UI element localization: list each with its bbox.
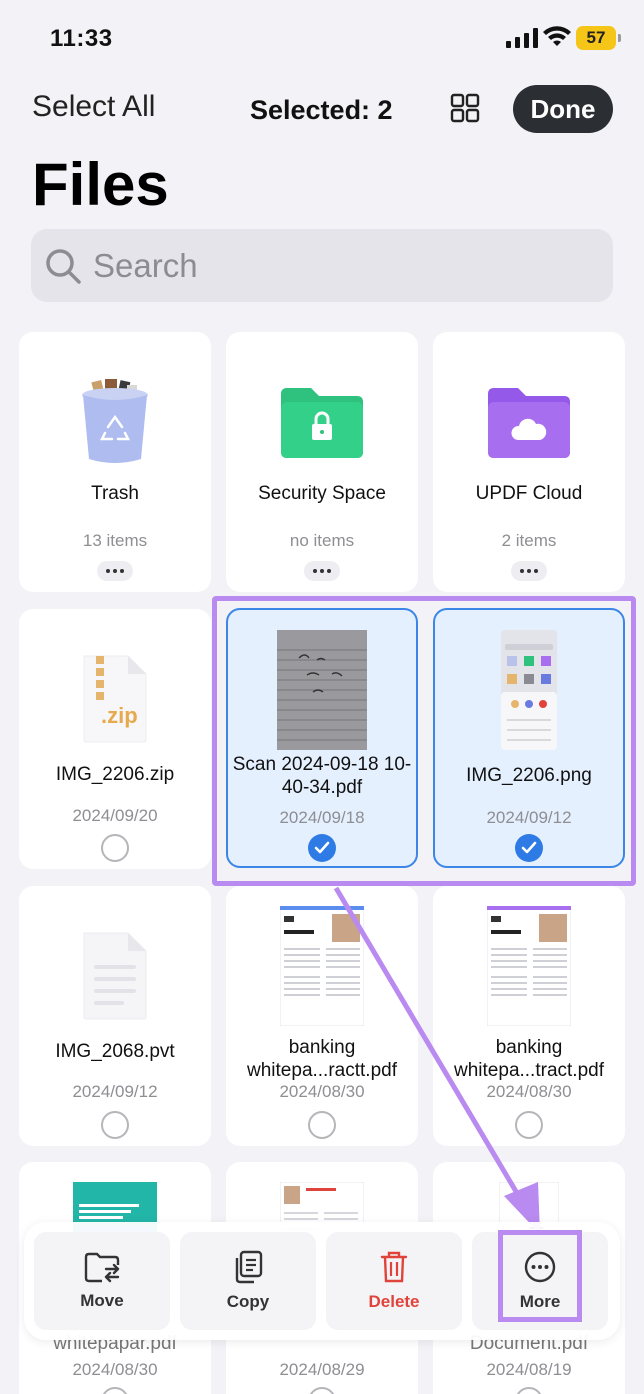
file-meta: 2024/09/12: [486, 808, 572, 827]
file-card-scan-pdf[interactable]: Scan 2024-09-18 10-40-34.pdf 2024/09/18: [226, 608, 418, 868]
move-folder-icon: [84, 1252, 120, 1283]
file-card-updf-cloud[interactable]: UPDF Cloud 2 items: [433, 332, 625, 592]
move-label: Move: [80, 1291, 124, 1310]
file-meta: 2024/08/29: [279, 1360, 365, 1379]
file-meta: 2024/09/18: [279, 808, 365, 827]
pdf-thumbnail: [433, 896, 625, 1036]
bottom-action-bar: Move Copy Delete More: [24, 1222, 620, 1340]
select-radio[interactable]: [308, 1387, 336, 1394]
file-card-banking-2[interactable]: banking whitepa...tract.pdf 2024/08/30: [433, 886, 625, 1146]
pdf-thumbnail: [226, 896, 418, 1036]
battery-indicator: 57: [576, 26, 621, 50]
file-meta: 2024/09/20: [72, 806, 158, 825]
file-card-pvt[interactable]: IMG_2068.pvt 2024/09/12: [19, 886, 211, 1146]
search-input[interactable]: [93, 246, 573, 285]
page-title: Files: [32, 151, 169, 218]
trash-icon: [380, 1251, 408, 1283]
select-radio[interactable]: [515, 1111, 543, 1139]
more-button[interactable]: More: [472, 1232, 608, 1330]
more-options-icon[interactable]: [304, 561, 340, 581]
file-card-security-space[interactable]: Security Space no items: [226, 332, 418, 592]
file-name: banking whitepa...ractt.pdf: [247, 1037, 397, 1081]
select-radio[interactable]: [101, 1111, 129, 1139]
wifi-icon: [543, 26, 571, 46]
file-meta: 2024/09/12: [72, 1082, 158, 1101]
file-name: IMG_2206.png: [466, 765, 592, 786]
selected-count: Selected: 2: [250, 95, 393, 125]
file-name: banking whitepa...tract.pdf: [454, 1037, 604, 1081]
file-name: IMG_2068.pvt: [55, 1041, 175, 1062]
select-radio[interactable]: [515, 1387, 543, 1394]
file-card-img-png[interactable]: IMG_2206.png 2024/09/12: [433, 608, 625, 868]
more-circle-icon: [524, 1251, 556, 1283]
file-name: Security Space: [258, 483, 386, 504]
file-name: IMG_2206.zip: [55, 764, 175, 785]
search-bar[interactable]: [31, 229, 613, 302]
file-meta: 2024/08/30: [486, 1082, 572, 1101]
move-button[interactable]: Move: [34, 1232, 170, 1330]
file-name: UPDF Cloud: [475, 483, 583, 504]
file-name: Scan 2024-09-18 10-40-34.pdf: [232, 754, 412, 798]
file-meta: 2024/08/30: [72, 1360, 158, 1379]
trash-icon: [19, 352, 211, 492]
delete-label: Delete: [368, 1292, 420, 1311]
done-button[interactable]: Done: [513, 85, 613, 133]
grid-view-icon[interactable]: [450, 93, 480, 123]
copy-icon: [235, 1250, 263, 1284]
file-name: Trash: [91, 483, 139, 504]
scan-thumbnail: [228, 620, 416, 760]
file-meta: 2024/08/30: [279, 1082, 365, 1101]
zip-label: .zip: [101, 703, 138, 728]
cellular-signal-icon: [506, 28, 538, 48]
select-radio[interactable]: [308, 1111, 336, 1139]
folder-lock-icon: [226, 352, 418, 492]
cloud-folder-icon: [433, 352, 625, 492]
more-label: More: [519, 1292, 561, 1311]
more-options-icon[interactable]: [511, 561, 547, 581]
delete-button[interactable]: Delete: [326, 1232, 462, 1330]
select-radio[interactable]: [101, 834, 129, 862]
file-meta: no items: [289, 531, 355, 550]
file-meta: 2 items: [501, 531, 557, 550]
document-icon: [19, 906, 211, 1046]
status-time: 11:33: [50, 25, 113, 52]
selected-checkmark-icon[interactable]: [515, 834, 543, 862]
file-card-banking-1[interactable]: banking whitepa...ractt.pdf 2024/08/30: [226, 886, 418, 1146]
more-options-icon[interactable]: [97, 561, 133, 581]
select-radio[interactable]: [101, 1387, 129, 1394]
status-bar: 11:33 57: [0, 0, 644, 72]
copy-label: Copy: [226, 1292, 270, 1311]
screenshot-thumbnail: [435, 620, 623, 760]
copy-button[interactable]: Copy: [180, 1232, 316, 1330]
select-all-button[interactable]: Select All: [32, 90, 155, 124]
file-card-trash[interactable]: Trash 13 items: [19, 332, 211, 592]
search-icon: [46, 248, 81, 284]
selected-checkmark-icon[interactable]: [308, 834, 336, 862]
file-card-zip[interactable]: .zip IMG_2206.zip 2024/09/20: [19, 609, 211, 869]
zip-file-icon: [19, 629, 211, 769]
file-meta: 13 items: [82, 531, 148, 550]
file-meta: 2024/08/19: [486, 1360, 572, 1379]
